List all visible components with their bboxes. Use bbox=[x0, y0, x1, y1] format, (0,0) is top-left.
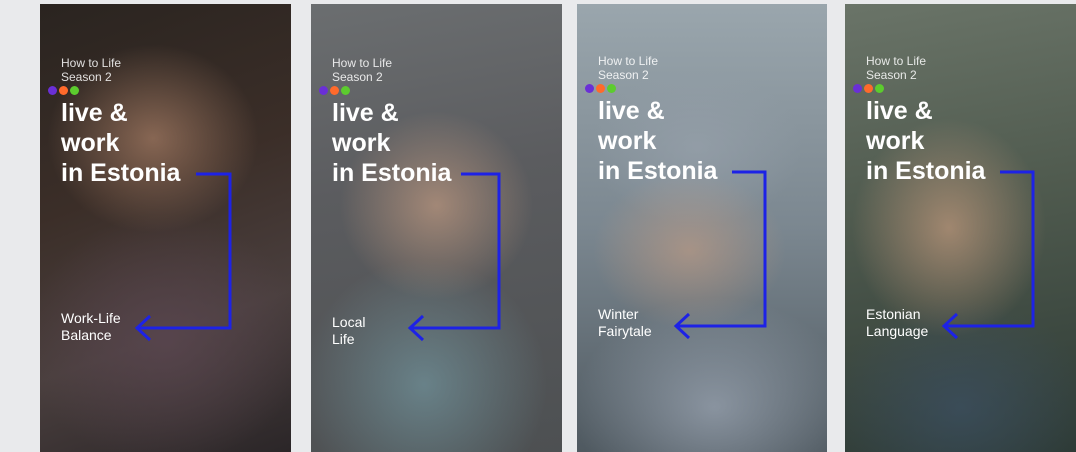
topic-label: Work-Life Balance bbox=[61, 310, 121, 343]
topic-label: Winter Fairytale bbox=[598, 306, 652, 339]
arrow-icon bbox=[407, 172, 501, 342]
arrow-icon bbox=[941, 170, 1035, 340]
poster-winter-fairytale[interactable]: How to Life Season 2 live & work in Esto… bbox=[577, 4, 827, 452]
poster-work-life-balance[interactable]: How to Life Season 2 live & work in Esto… bbox=[40, 4, 291, 452]
arrow-icon bbox=[673, 170, 767, 340]
arrow-icon bbox=[134, 172, 232, 342]
poster-estonian-language[interactable]: How to Life Season 2 live & work in Esto… bbox=[845, 4, 1076, 452]
topic-label: Local Life bbox=[332, 314, 366, 347]
poster-local-life[interactable]: How to Life Season 2 live & work in Esto… bbox=[311, 4, 562, 452]
topic-label: Estonian Language bbox=[866, 306, 929, 339]
